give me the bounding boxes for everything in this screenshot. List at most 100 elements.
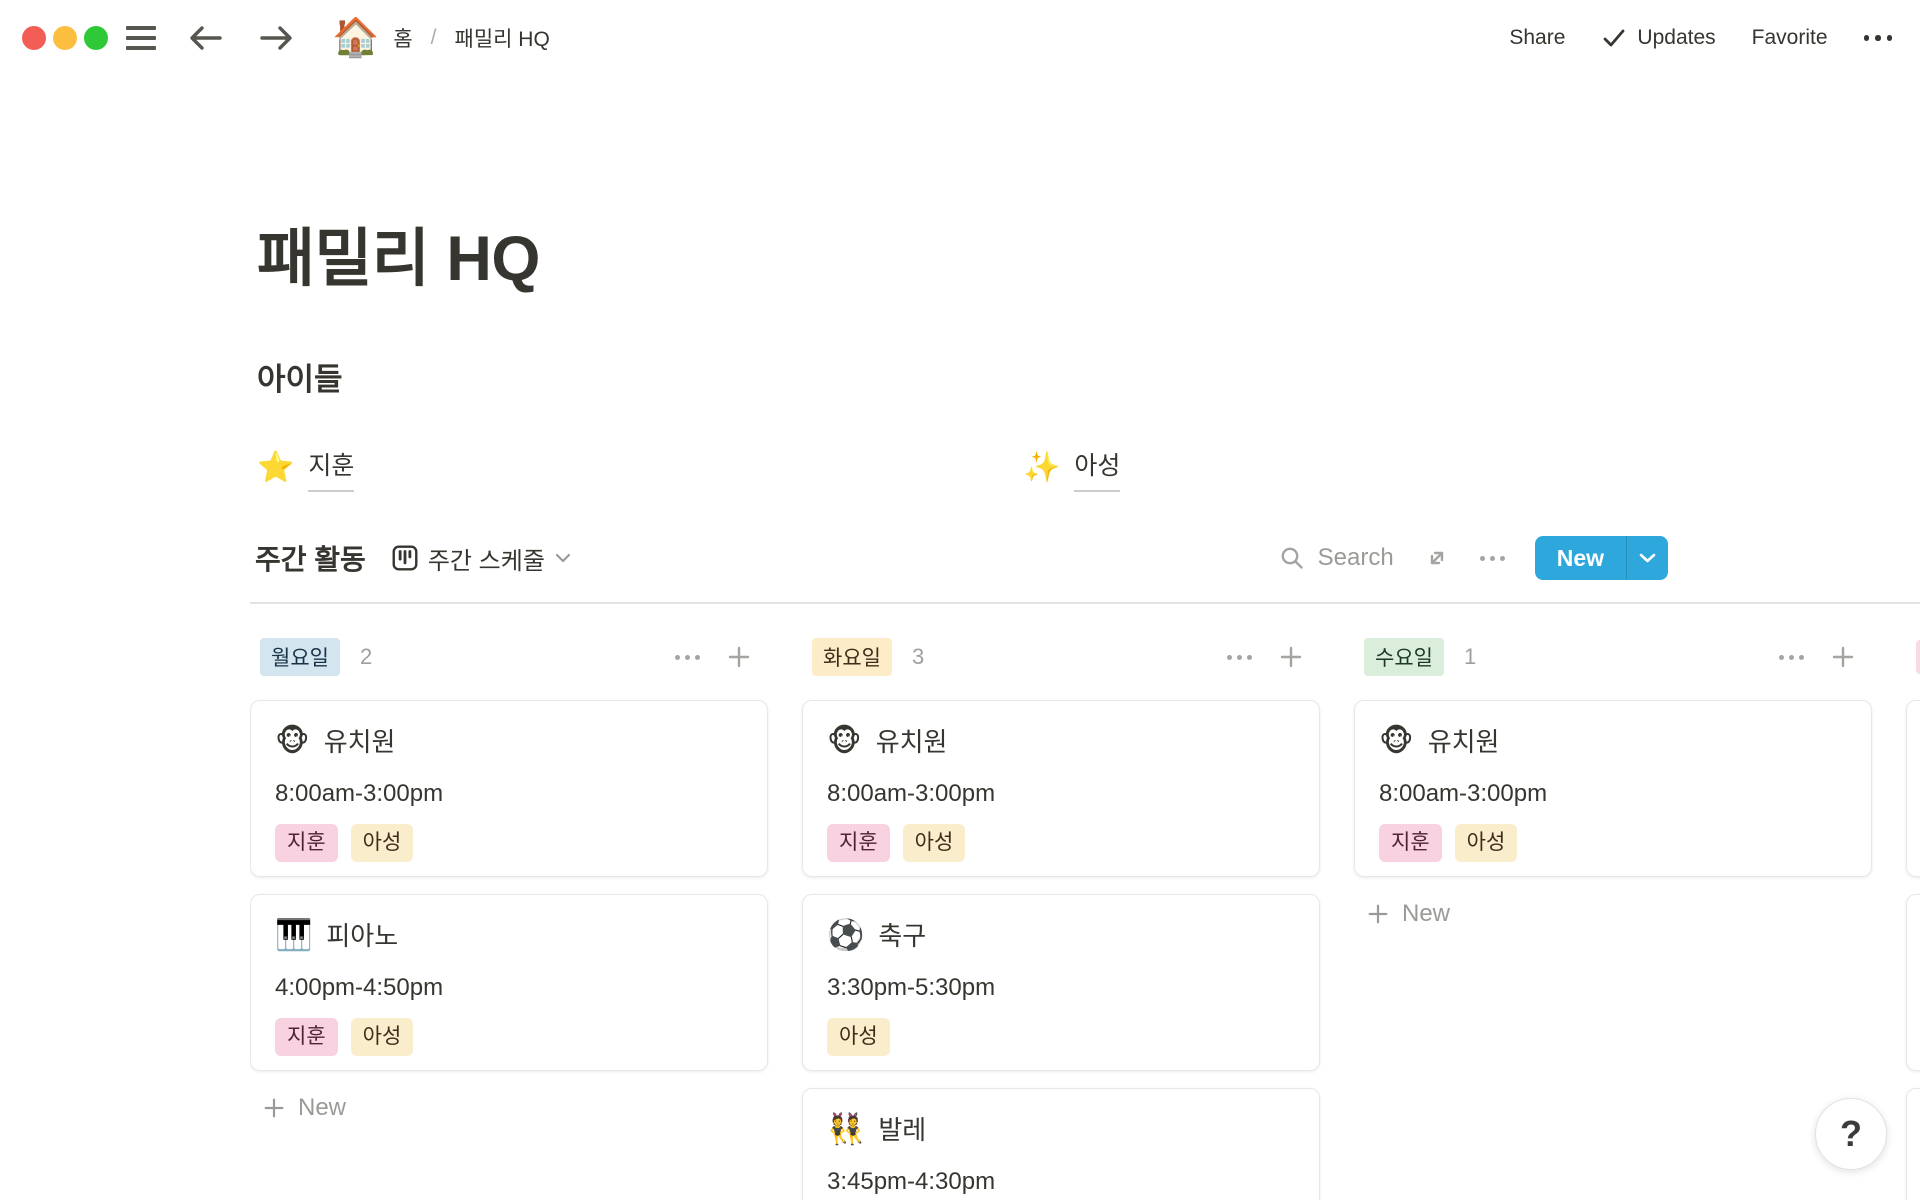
window-controls bbox=[22, 26, 108, 50]
column-add-icon[interactable] bbox=[1830, 644, 1856, 670]
card-time: 3:30pm-5:30pm bbox=[827, 973, 1295, 1003]
new-button-label[interactable]: New bbox=[1535, 536, 1626, 580]
page-title[interactable]: 패밀리 HQ bbox=[257, 208, 540, 299]
board-column-wednesday: 수요일 1 🐵 유치원 8:00am-3:00pm 지훈 아성 New bbox=[1354, 630, 1872, 1200]
dancers-emoji-icon: 👯 bbox=[827, 1113, 864, 1147]
collection-title[interactable]: 주간 활동 bbox=[255, 538, 366, 578]
column-count: 2 bbox=[360, 644, 372, 670]
monkey-emoji-icon: 🐵 bbox=[275, 725, 310, 759]
card-time: 8:00am-3:00pm bbox=[275, 779, 743, 809]
column-count: 3 bbox=[912, 644, 924, 670]
check-icon bbox=[1601, 25, 1627, 51]
collection-more-icon[interactable] bbox=[1480, 556, 1505, 561]
share-button[interactable]: Share bbox=[1509, 26, 1565, 50]
board-card[interactable] bbox=[1906, 894, 1920, 1071]
star-icon: ⭐ bbox=[257, 446, 294, 490]
sidebar-menu-icon[interactable] bbox=[126, 26, 156, 50]
new-button[interactable]: New bbox=[1535, 536, 1668, 580]
collection-header: 주간 활동 주간 스케줄 Search New bbox=[255, 528, 1668, 588]
search-icon bbox=[1279, 545, 1305, 571]
board-card[interactable]: 🐵 유치원 8:00am-3:00pm 지훈 아성 bbox=[802, 700, 1320, 877]
page-link-jihoon[interactable]: ⭐ 지훈 bbox=[257, 444, 354, 492]
breadcrumb-separator: / bbox=[431, 26, 437, 50]
person-tag: 아성 bbox=[903, 824, 966, 862]
board-view: 월요일 2 🐵 유치원 8:00am-3:00pm 지훈 아성 🎹 피아노 bbox=[250, 630, 1920, 1200]
forward-arrow-icon[interactable] bbox=[256, 22, 296, 54]
board-card[interactable]: 🐵 유치원 8:00am-3:00pm 지훈 아성 bbox=[250, 700, 768, 877]
board-card[interactable] bbox=[1906, 1088, 1920, 1200]
home-page-icon: 🏠 bbox=[332, 16, 379, 60]
person-tag: 아성 bbox=[351, 824, 414, 862]
column-header: 화요일 3 bbox=[802, 638, 1320, 676]
column-header: 수요일 1 bbox=[1354, 638, 1872, 676]
breadcrumb-home[interactable]: 홈 bbox=[393, 23, 412, 53]
person-tag: 지훈 bbox=[1379, 824, 1442, 862]
page-link-label: 지훈 bbox=[308, 444, 354, 492]
board-view-icon bbox=[392, 545, 418, 571]
zoom-window-button[interactable] bbox=[84, 26, 108, 50]
monkey-emoji-icon: 🐵 bbox=[827, 725, 862, 759]
card-time: 8:00am-3:00pm bbox=[827, 779, 1295, 809]
card-title: 유치원 bbox=[876, 725, 948, 759]
board-card[interactable] bbox=[1906, 700, 1920, 877]
column-more-icon[interactable] bbox=[1779, 655, 1804, 660]
column-more-icon[interactable] bbox=[675, 655, 700, 660]
column-add-icon[interactable] bbox=[1278, 644, 1304, 670]
column-label-tag: 화요일 bbox=[812, 638, 892, 676]
column-add-icon[interactable] bbox=[726, 644, 752, 670]
person-tag: 지훈 bbox=[275, 824, 338, 862]
page-link-aseong[interactable]: ✨ 아성 bbox=[1023, 444, 1120, 492]
column-label-tag bbox=[1916, 640, 1920, 674]
expand-view-icon[interactable] bbox=[1424, 545, 1450, 571]
section-heading[interactable]: 아이들 bbox=[257, 358, 343, 402]
column-count: 1 bbox=[1464, 644, 1476, 670]
more-options-icon[interactable] bbox=[1864, 35, 1893, 41]
minimize-window-button[interactable] bbox=[53, 26, 77, 50]
collection-divider bbox=[250, 602, 1920, 604]
card-time: 3:45pm-4:30pm bbox=[827, 1167, 1295, 1197]
new-button-chevron-icon[interactable] bbox=[1626, 536, 1668, 580]
card-title: 유치원 bbox=[324, 725, 396, 759]
help-button[interactable]: ? bbox=[1815, 1098, 1887, 1170]
favorite-button[interactable]: Favorite bbox=[1752, 26, 1828, 50]
plus-icon bbox=[262, 1096, 286, 1120]
view-name: 주간 스케줄 bbox=[428, 541, 545, 576]
column-more-icon[interactable] bbox=[1227, 655, 1252, 660]
sparkles-icon: ✨ bbox=[1023, 446, 1060, 490]
piano-emoji-icon: 🎹 bbox=[275, 919, 312, 953]
plus-icon bbox=[1366, 902, 1390, 926]
search-button[interactable]: Search bbox=[1279, 544, 1394, 572]
board-card[interactable]: 🐵 유치원 8:00am-3:00pm 지훈 아성 bbox=[1354, 700, 1872, 877]
column-label-tag: 월요일 bbox=[260, 638, 340, 676]
board-card[interactable]: 🎹 피아노 4:00pm-4:50pm 지훈 아성 bbox=[250, 894, 768, 1071]
back-arrow-icon[interactable] bbox=[186, 22, 226, 54]
board-card[interactable]: ⚽ 축구 3:30pm-5:30pm 아성 bbox=[802, 894, 1320, 1071]
card-title: 발레 bbox=[878, 1113, 926, 1147]
card-time: 8:00am-3:00pm bbox=[1379, 779, 1847, 809]
updates-label: Updates bbox=[1637, 26, 1715, 50]
breadcrumb-current-page[interactable]: 패밀리 HQ bbox=[455, 23, 550, 53]
card-title: 축구 bbox=[878, 919, 926, 953]
column-header: 월요일 2 bbox=[250, 638, 768, 676]
add-card-button[interactable]: New bbox=[1354, 897, 1872, 931]
board-column-monday: 월요일 2 🐵 유치원 8:00am-3:00pm 지훈 아성 🎹 피아노 bbox=[250, 630, 768, 1200]
page-link-label: 아성 bbox=[1074, 444, 1120, 492]
child-page-links: ⭐ 지훈 ✨ 아성 bbox=[257, 444, 1789, 492]
person-tag: 지훈 bbox=[827, 824, 890, 862]
person-tag: 아성 bbox=[351, 1018, 414, 1056]
add-card-label: New bbox=[298, 1094, 346, 1122]
updates-button[interactable]: Updates bbox=[1601, 25, 1715, 51]
soccer-ball-emoji-icon: ⚽ bbox=[827, 919, 864, 953]
close-window-button[interactable] bbox=[22, 26, 46, 50]
topbar-actions: Share Updates Favorite bbox=[1509, 25, 1892, 51]
view-selector[interactable]: 주간 스케줄 bbox=[392, 541, 571, 576]
board-card[interactable]: 👯 발레 3:45pm-4:30pm bbox=[802, 1088, 1320, 1200]
add-card-label: New bbox=[1402, 900, 1450, 928]
monkey-emoji-icon: 🐵 bbox=[1379, 725, 1414, 759]
chevron-down-icon bbox=[555, 553, 571, 563]
window-topbar: 🏠 홈 / 패밀리 HQ Share Updates Favorite bbox=[0, 0, 1920, 76]
board-column-partial bbox=[1906, 630, 1920, 1200]
add-card-button[interactable]: New bbox=[250, 1091, 768, 1125]
card-title: 피아노 bbox=[326, 919, 398, 953]
column-label-tag: 수요일 bbox=[1364, 638, 1444, 676]
